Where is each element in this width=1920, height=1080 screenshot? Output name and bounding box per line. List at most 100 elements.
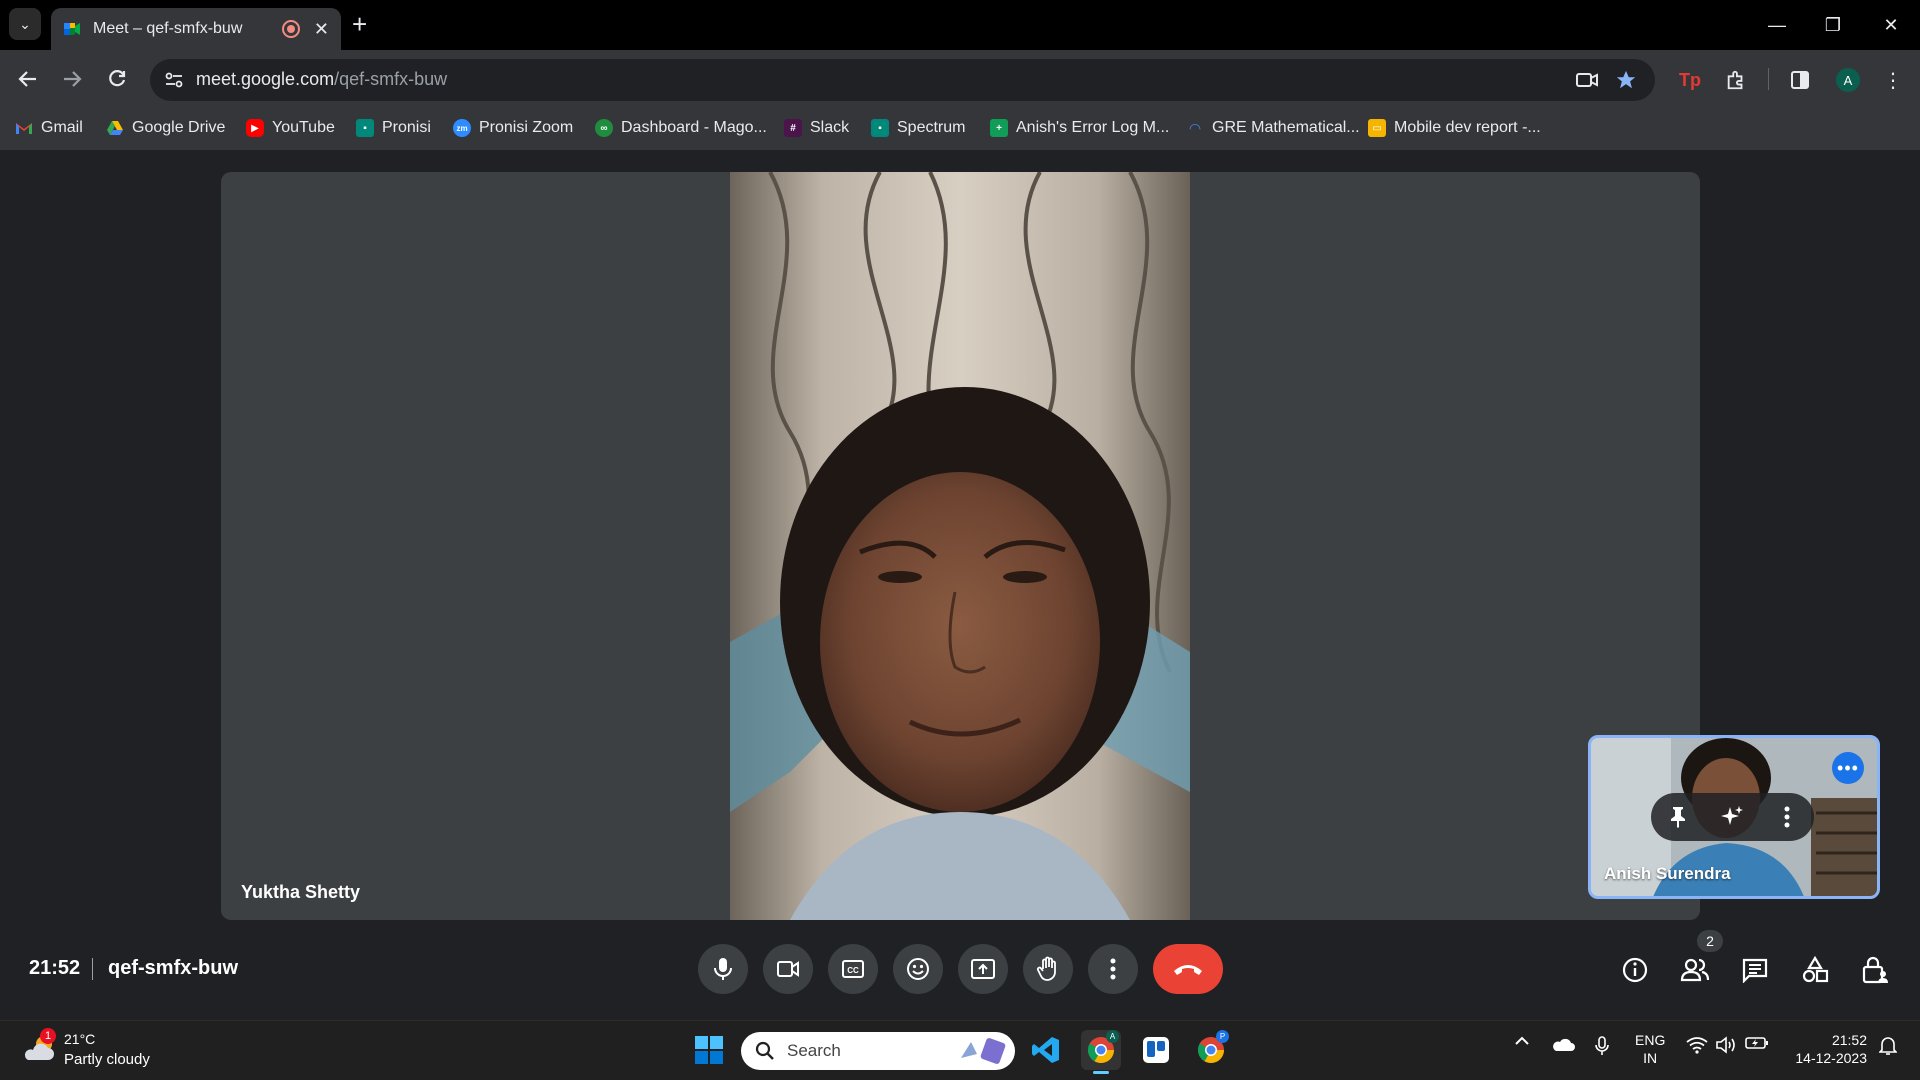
sheets-icon: + [990,119,1008,137]
participant-name-self: Anish Surendra [1604,864,1731,883]
bookmark-label: Pronisi [382,119,431,136]
notification-bell-icon [1879,1037,1897,1055]
reload-button[interactable] [100,62,134,96]
bookmark-label: Pronisi Zoom [479,119,574,136]
emoji-icon [907,958,929,980]
bookmark-gmail[interactable]: Gmail [15,116,83,140]
activities-button[interactable] [1797,952,1833,988]
bookmark-pronisi[interactable]: ▪ Pronisi [356,116,431,140]
close-window-button[interactable]: ✕ [1862,0,1920,50]
tab-search-button[interactable]: ⌄ [9,8,41,40]
windows-logo-icon [695,1036,723,1064]
microphone-icon [714,958,732,980]
back-button[interactable] [11,62,45,96]
bookmark-star-icon[interactable] [1612,66,1640,94]
profile-avatar[interactable]: A [1832,64,1864,96]
extensions-puzzle-icon[interactable] [1720,64,1752,96]
raise-hand-button[interactable] [1023,944,1073,994]
taskbar-trello[interactable] [1136,1030,1176,1070]
host-controls-button[interactable] [1857,952,1893,988]
bookmark-slack[interactable]: # Slack [784,116,849,140]
board-app-icon [1143,1037,1169,1063]
video-camera-icon [777,961,799,977]
forward-button[interactable] [55,62,89,96]
taskbar-vscode[interactable] [1026,1030,1066,1070]
more-options-button[interactable] [1088,944,1138,994]
svg-text:CC: CC [847,966,859,975]
notifications-button[interactable] [1876,1036,1900,1056]
restore-button[interactable]: ❐ [1804,0,1862,50]
microphone-tray[interactable] [1592,1036,1612,1056]
onedrive-tray[interactable] [1549,1036,1577,1052]
url-text[interactable]: meet.google.com/qef-smfx-buw [196,69,447,90]
present-screen-button[interactable] [958,944,1008,994]
taskbar-chrome-2[interactable]: P [1191,1030,1231,1070]
chevron-up-icon [1515,1036,1529,1045]
cloud-icon [1553,1038,1575,1051]
bookmark-spectrum[interactable]: ▪ Spectrum [871,116,965,140]
weather-temperature[interactable]: 21°C [64,1031,95,1047]
pin-button[interactable] [1662,801,1694,833]
video-frame [730,172,1190,920]
effects-button[interactable] [1716,801,1748,833]
microphone-button[interactable] [698,944,748,994]
search-label: Search [787,1041,841,1060]
reactions-button[interactable] [893,944,943,994]
microphone-icon [1595,1036,1609,1055]
bookmark-google-drive[interactable]: Google Drive [106,116,225,140]
tile-more-button[interactable] [1771,801,1803,833]
participant-name-main: Yuktha Shetty [241,882,361,902]
shapes-icon [1802,956,1829,983]
side-panel-icon[interactable] [1784,64,1816,96]
battery-charging-icon [1745,1037,1768,1049]
taskbar-search[interactable]: Search [741,1032,1015,1070]
chat-button[interactable] [1737,952,1773,988]
participant-count-badge: 2 [1697,930,1723,952]
start-button[interactable] [689,1030,729,1070]
system-clock[interactable]: 21:52 14-12-2023 [1785,1031,1867,1067]
slack-icon: # [784,119,802,137]
volume-tray[interactable] [1714,1036,1738,1054]
drive-icon [107,121,123,135]
new-tab-button[interactable]: + [352,10,367,38]
more-horizontal-icon: ••• [1837,757,1859,778]
show-hidden-icons-button[interactable] [1512,1036,1532,1046]
closed-captions-icon: CC [842,960,864,978]
bookmark-gre[interactable]: ◠ GRE Mathematical... [1186,116,1360,140]
end-call-icon [1174,965,1202,975]
tab-close-icon[interactable]: ✕ [314,19,329,40]
people-button[interactable] [1677,952,1713,988]
input-language[interactable]: ENG IN [1635,1031,1665,1067]
tab-meet[interactable]: Meet – qef-smfx-buw ✕ [51,8,341,50]
chrome-menu-icon[interactable]: ⋮ [1877,64,1909,96]
slides-icon: ▭ [1368,119,1386,137]
camera-button[interactable] [763,944,813,994]
bookmark-error-log[interactable]: + Anish's Error Log M... [990,116,1169,140]
speaker-icon [1716,1036,1735,1054]
taskbar-chrome-1[interactable]: A [1081,1030,1121,1074]
participant-video-main [730,172,1190,920]
wifi-icon [1686,1037,1708,1054]
meet-icon: ▪ [871,119,889,137]
present-screen-icon [971,959,995,979]
bookmark-pronisi-zoom[interactable]: zm Pronisi Zoom [453,116,573,140]
gmail-icon [16,123,32,134]
wifi-tray[interactable] [1685,1036,1709,1054]
battery-tray[interactable] [1744,1036,1770,1050]
bookmark-youtube[interactable]: ▶ YouTube [246,116,335,140]
leave-call-button[interactable] [1153,944,1223,994]
meeting-time: 21:52 [29,957,81,979]
weather-condition[interactable]: Partly cloudy [64,1051,150,1068]
chevron-down-icon: ⌄ [19,15,31,32]
bookmark-dashboard[interactable]: ∞ Dashboard - Mago... [595,116,767,140]
meeting-details-button[interactable] [1617,952,1653,988]
youtube-icon: ▶ [246,119,264,137]
bookmark-mobile-dev[interactable]: ▭ Mobile dev report -... [1368,116,1541,140]
tab-title: Meet – qef-smfx-buw [93,20,243,37]
site-settings-icon[interactable] [162,68,186,92]
minimize-button[interactable]: — [1748,0,1806,50]
extension-tp-icon[interactable]: Tp [1674,64,1706,96]
self-options-button[interactable]: ••• [1832,752,1864,784]
captions-button[interactable]: CC [828,944,878,994]
camera-in-use-icon[interactable] [1573,66,1601,94]
